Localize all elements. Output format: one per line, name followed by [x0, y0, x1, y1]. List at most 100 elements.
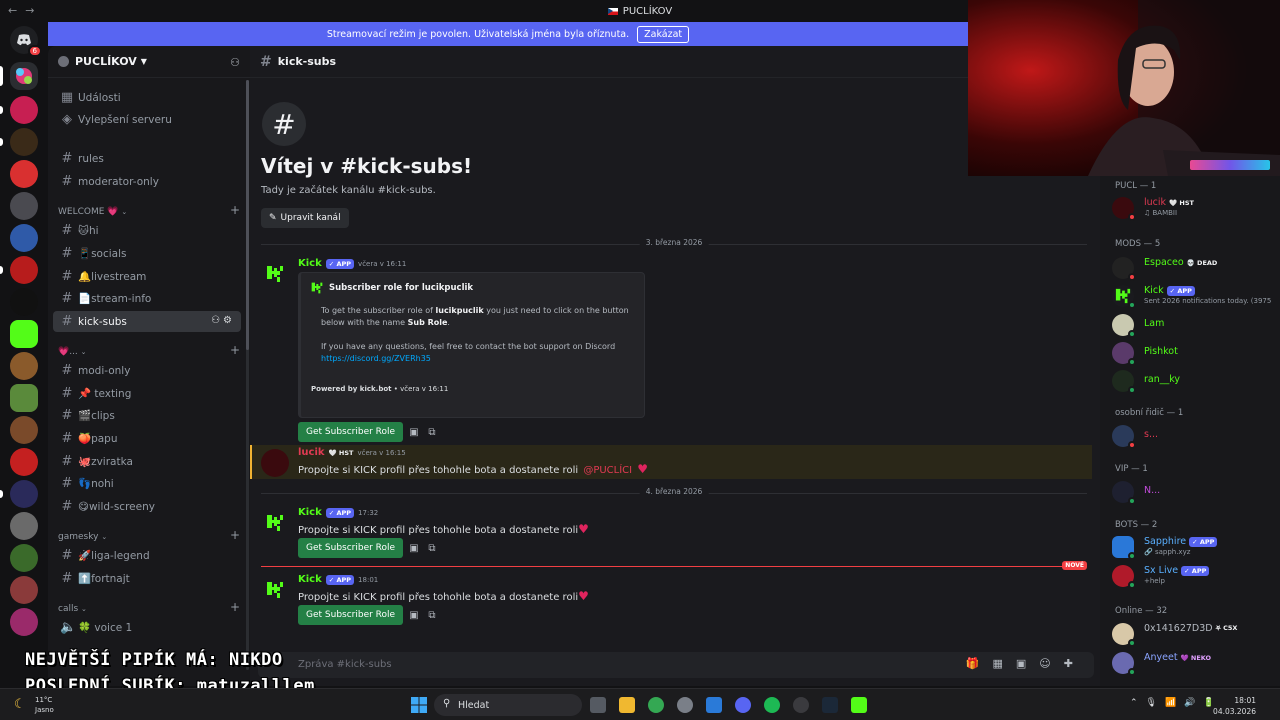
- kick-link-icon[interactable]: ▣: [407, 425, 421, 439]
- weather-widget[interactable]: 11°C Jasno: [35, 695, 54, 715]
- channel-texting[interactable]: # 📌 texting: [53, 383, 241, 404]
- settings-icon[interactable]: [677, 697, 693, 713]
- category-welcome[interactable]: WELCOME 💗 ⌄ +: [58, 203, 240, 219]
- kick-link-icon[interactable]: ▣: [407, 608, 421, 622]
- server-icon-18[interactable]: [10, 608, 38, 636]
- external-link-icon[interactable]: ⧉: [425, 608, 439, 622]
- member-item[interactable]: Anyeet 💜 NEKO: [1112, 649, 1277, 676]
- server-icon-3[interactable]: [0, 128, 38, 156]
- member-item[interactable]: Sx Live ✓ APP +help: [1112, 562, 1277, 589]
- sidebar-item-server-boost[interactable]: ◈ Vylepšení serveru: [53, 109, 241, 130]
- server-icon-10[interactable]: [10, 352, 38, 380]
- system-tray-icons[interactable]: ⌃🎙📶🔊🔋: [1130, 698, 1223, 708]
- server-icon-16[interactable]: [10, 544, 38, 572]
- kick-avatar[interactable]: [261, 509, 289, 537]
- taskbar-clock[interactable]: 18:01 04.03.2026: [1213, 695, 1256, 717]
- server-icon-17[interactable]: [10, 576, 38, 604]
- category-gamesky[interactable]: gamesky ⌄ +: [58, 528, 240, 544]
- obs-icon[interactable]: [793, 697, 809, 713]
- server-icon-puclikov[interactable]: [0, 62, 38, 90]
- server-icon-7[interactable]: [0, 256, 38, 284]
- kick-link-icon[interactable]: ▣: [407, 541, 421, 555]
- external-link-icon[interactable]: ⧉: [425, 541, 439, 555]
- edit-channel-button[interactable]: ✎ Upravit kanál: [261, 208, 349, 228]
- file-explorer-icon[interactable]: [619, 697, 635, 713]
- category-second[interactable]: 💗... ⌄ +: [58, 343, 240, 359]
- member-item[interactable]: Sapphire ✓ APP 🔗 sapph.xyz: [1112, 533, 1277, 560]
- server-icon-12[interactable]: [10, 416, 38, 444]
- taskbar-search[interactable]: ⚲ Hledat: [434, 694, 582, 716]
- channel-kick-subs[interactable]: # kick-subs ⚇⚙: [53, 311, 241, 332]
- channel-wild-screeny[interactable]: # 😋wild-screeny: [53, 496, 241, 517]
- add-channel-icon[interactable]: +: [230, 600, 240, 614]
- member-item[interactable]: Pishkot: [1112, 339, 1277, 366]
- sidebar-item-events[interactable]: ▦ Události: [53, 87, 241, 108]
- member-item[interactable]: 0x141627D3D ⛧ C5X: [1112, 620, 1277, 647]
- steam-icon[interactable]: [822, 697, 838, 713]
- channel-papu[interactable]: # 🍑papu: [53, 428, 241, 449]
- member-item[interactable]: s...: [1112, 422, 1277, 449]
- windows-start-icon[interactable]: [410, 696, 428, 714]
- get-subscriber-role-button[interactable]: Get Subscriber Role: [298, 538, 404, 558]
- member-item[interactable]: lucik 🤍 HST ♫ BAMBII: [1112, 194, 1277, 221]
- voice-channel-1[interactable]: 🔈 🍀 voice 1: [53, 617, 241, 638]
- server-icon-14[interactable]: [0, 480, 38, 508]
- add-channel-icon[interactable]: +: [230, 343, 240, 357]
- discord-taskbar-icon[interactable]: [735, 697, 751, 713]
- spotify-icon[interactable]: [764, 697, 780, 713]
- server-icon-kick[interactable]: [10, 320, 38, 348]
- member-item[interactable]: Lam: [1112, 311, 1277, 338]
- channel-rules[interactable]: # rules: [53, 148, 241, 169]
- support-link[interactable]: https://discord.gg/ZVERh35: [321, 354, 431, 363]
- chrome-icon[interactable]: [648, 697, 664, 713]
- channel-zviratka[interactable]: # 🐙zviratka: [53, 451, 241, 472]
- kick-taskbar-icon[interactable]: [851, 697, 867, 713]
- server-icon-4[interactable]: [10, 160, 38, 188]
- server-icon-8[interactable]: [10, 288, 38, 316]
- channel-liga-legend[interactable]: # 🚀liga-legend: [53, 545, 241, 566]
- server-icon-2[interactable]: [0, 96, 38, 124]
- channel-moderator-only[interactable]: # moderator-only: [53, 171, 241, 192]
- invite-people-icon[interactable]: ⚇: [230, 56, 240, 69]
- discord-home-icon[interactable]: 6: [10, 26, 42, 57]
- task-view-icon[interactable]: [590, 697, 606, 713]
- kick-avatar[interactable]: [261, 576, 289, 604]
- message-author[interactable]: Kick ✓ APP 17:32: [298, 507, 378, 518]
- member-item[interactable]: Espaceo 💀 DEAD: [1112, 254, 1277, 281]
- channel-hi[interactable]: # 🐱hi: [53, 220, 241, 241]
- message-author[interactable]: Kick ✓ APP 18:01: [298, 574, 378, 585]
- category-calls[interactable]: calls ⌄ +: [58, 600, 240, 616]
- get-subscriber-role-button[interactable]: Get Subscriber Role: [298, 605, 404, 625]
- member-item[interactable]: N...: [1112, 478, 1277, 505]
- nav-arrows[interactable]: ←→: [8, 4, 42, 17]
- server-icon-11[interactable]: [10, 384, 38, 412]
- channel-clips[interactable]: # 🎬clips: [53, 405, 241, 426]
- add-channel-icon[interactable]: +: [230, 528, 240, 542]
- lucik-avatar[interactable]: [261, 449, 289, 477]
- channel-settings-icons[interactable]: ⚇⚙: [211, 315, 235, 326]
- server-icon-15[interactable]: [10, 512, 38, 540]
- add-channel-icon[interactable]: +: [230, 203, 240, 217]
- kick-avatar[interactable]: [261, 260, 289, 288]
- channel-socials[interactable]: # 📱socials: [53, 243, 241, 264]
- server-icon-6[interactable]: [10, 224, 38, 252]
- member-item[interactable]: ran__ky: [1112, 367, 1277, 394]
- message-author[interactable]: lucik 🤍 HST včera v 16:15: [298, 447, 406, 458]
- channel-fortnajt[interactable]: # ⬆️fortnajt: [53, 568, 241, 589]
- member-item[interactable]: Kick ✓ APP Sent 2026 notifications today.…: [1112, 282, 1277, 309]
- composer-tool-icons[interactable]: 🎁▦▣☺✚: [966, 657, 1086, 670]
- role-mention[interactable]: @PUCLÍCI: [581, 465, 634, 476]
- server-icon-5[interactable]: [10, 192, 38, 220]
- channel-stream-info[interactable]: # 📄stream-info: [53, 288, 241, 309]
- disable-streamer-mode-button[interactable]: Zakázat: [637, 25, 690, 43]
- channel-nohi[interactable]: # 👣nohi: [53, 473, 241, 494]
- get-subscriber-role-button[interactable]: Get Subscriber Role: [298, 422, 404, 442]
- message-author[interactable]: Kick ✓ APP včera v 16:11: [298, 258, 406, 269]
- channel-modi-only[interactable]: # modi-only: [53, 360, 241, 381]
- server-icon-13[interactable]: [10, 448, 38, 476]
- server-header[interactable]: PUCLÍKOV ▼ ⚇: [48, 46, 250, 78]
- channel-livestream[interactable]: # 🔔livestream: [53, 266, 241, 287]
- external-link-icon[interactable]: ⧉: [425, 425, 439, 439]
- photos-icon[interactable]: [706, 697, 722, 713]
- sidebar-scrollbar[interactable]: [246, 80, 249, 670]
